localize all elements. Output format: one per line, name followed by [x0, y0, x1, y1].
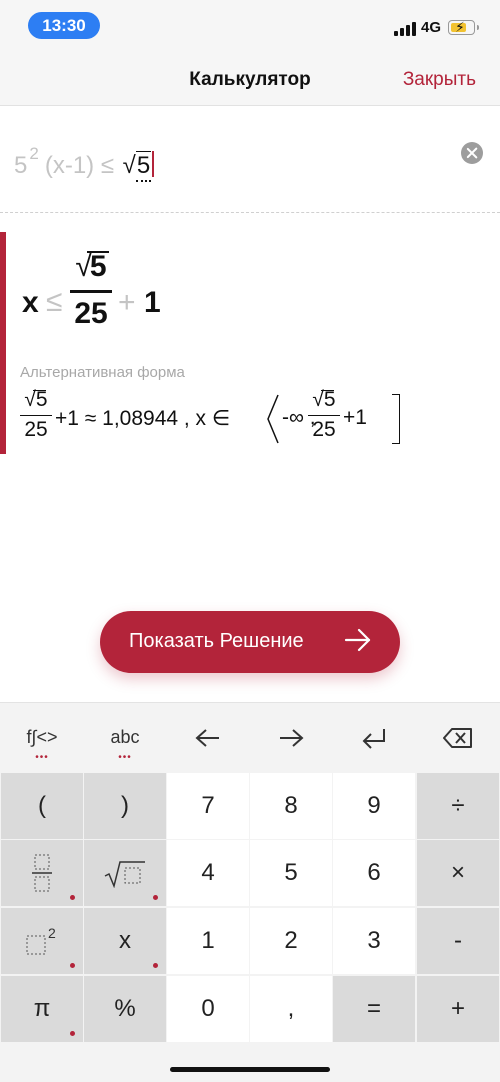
key-plus[interactable]: + [417, 976, 499, 1042]
power-icon: 2 [26, 925, 56, 955]
answer-plus: + [118, 286, 136, 319]
key-0[interactable]: 0 [167, 976, 249, 1042]
expression-input[interactable]: 5 2 (x-1) ≤ √5 [0, 107, 500, 213]
fraction-denominator: 25 [74, 297, 108, 330]
nav-bar: Калькулятор Закрыть [0, 56, 500, 106]
functions-tab[interactable]: f∫<> ••• [0, 703, 84, 773]
math-keyboard: f∫<> ••• abc ••• ( ) 7 8 9 ÷ 4 5 6 × 2 x 1… [0, 702, 500, 1082]
enter-icon [362, 729, 385, 749]
answer-addend: 1 [144, 286, 161, 319]
backspace-button[interactable] [416, 703, 500, 773]
expr-sqrt: √5 [123, 151, 152, 182]
cursor-left-button[interactable] [166, 703, 250, 773]
alt-fraction-1: √5 25 [20, 388, 52, 442]
key-pi[interactable]: π [1, 976, 83, 1042]
key-percent[interactable]: % [84, 976, 166, 1042]
alt-interval-end: +1 [343, 406, 367, 429]
expr-base: 5 [14, 152, 28, 179]
key-left-paren[interactable]: ( [1, 773, 83, 839]
alt-fraction-2: √5 25 [308, 388, 340, 442]
answer-relation: ≤ [46, 285, 63, 318]
arrow-right-icon [280, 729, 304, 747]
fraction-icon [32, 854, 52, 892]
arrow-left-icon [195, 729, 219, 747]
key-1[interactable]: 1 [167, 908, 249, 974]
clear-icon[interactable] [461, 142, 483, 164]
cursor-right-button[interactable] [249, 703, 333, 773]
alt-approx: +1 ≈ 1,08944 , x ∈ [55, 407, 231, 430]
key-sqrt[interactable] [84, 840, 166, 906]
key-2[interactable]: 2 [250, 908, 332, 974]
answer-fraction: √5 25 [70, 250, 112, 331]
key-multiply[interactable]: × [417, 840, 499, 906]
expr-exponent: 2 [29, 144, 39, 163]
key-8[interactable]: 8 [250, 773, 332, 839]
sqrt-icon [104, 861, 145, 888]
interval-left-bracket [267, 394, 279, 444]
network-label: 4G [421, 19, 442, 36]
status-bar: 13:30 4G ⚡ [0, 0, 500, 56]
key-3[interactable]: 3 [333, 908, 415, 974]
show-solution-label: Показать Решение [129, 630, 304, 652]
interval-right-bracket [392, 394, 400, 444]
key-fraction[interactable] [1, 840, 83, 906]
fraction-numerator: √5 [70, 250, 112, 288]
key-7[interactable]: 7 [167, 773, 249, 839]
key-4[interactable]: 4 [167, 840, 249, 906]
expr-radicand: 5 [135, 151, 152, 182]
key-comma[interactable]: , [250, 976, 332, 1042]
status-time: 13:30 [28, 12, 100, 39]
enter-button[interactable] [332, 703, 416, 773]
key-x[interactable]: x [84, 908, 166, 974]
key-5[interactable]: 5 [250, 840, 332, 906]
key-minus[interactable]: - [417, 908, 499, 974]
home-indicator [170, 1067, 330, 1072]
signal-icon [394, 22, 416, 36]
letters-tab[interactable]: abc ••• [83, 703, 167, 773]
expr-rest: (x-1) ≤ [44, 152, 114, 179]
key-divide[interactable]: ÷ [417, 773, 499, 839]
svg-text:2: 2 [48, 925, 56, 941]
expression-text: 5 2 (x-1) ≤ √5 [14, 144, 155, 182]
backspace-icon [443, 728, 472, 748]
alternative-form-label: Альтернативная форма [20, 364, 185, 381]
battery-icon: ⚡ [448, 19, 479, 35]
text-cursor [152, 151, 155, 177]
alternative-form: √5 25 +1 ≈ 1,08944 , x ∈ -∞ , √5 25 +1 [20, 388, 490, 458]
key-right-paren[interactable]: ) [84, 773, 166, 839]
radical-icon: √ [122, 152, 136, 179]
close-button[interactable]: Закрыть [403, 69, 476, 91]
show-solution-button[interactable]: Показать Решение [100, 611, 400, 673]
answer-variable: x [22, 286, 39, 319]
result-accent-bar [0, 232, 6, 454]
arrow-right-icon [344, 628, 371, 652]
key-square[interactable]: 2 [1, 908, 83, 974]
key-9[interactable]: 9 [333, 773, 415, 839]
result-panel: x ≤ √5 25 + 1 Альтернативная форма √5 25… [0, 232, 500, 454]
key-equals[interactable]: = [333, 976, 415, 1042]
key-6[interactable]: 6 [333, 840, 415, 906]
